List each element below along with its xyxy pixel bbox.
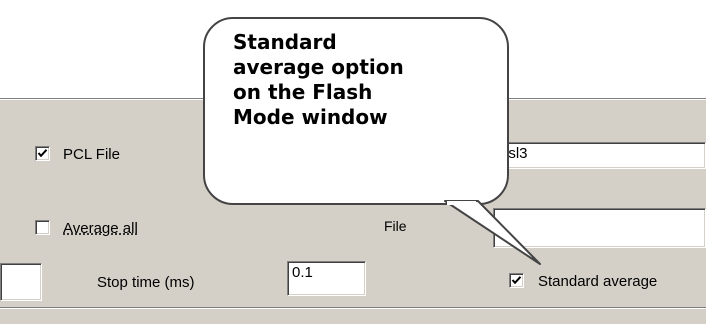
callout-text: Standard average option on the Flash Mod… xyxy=(233,30,404,129)
